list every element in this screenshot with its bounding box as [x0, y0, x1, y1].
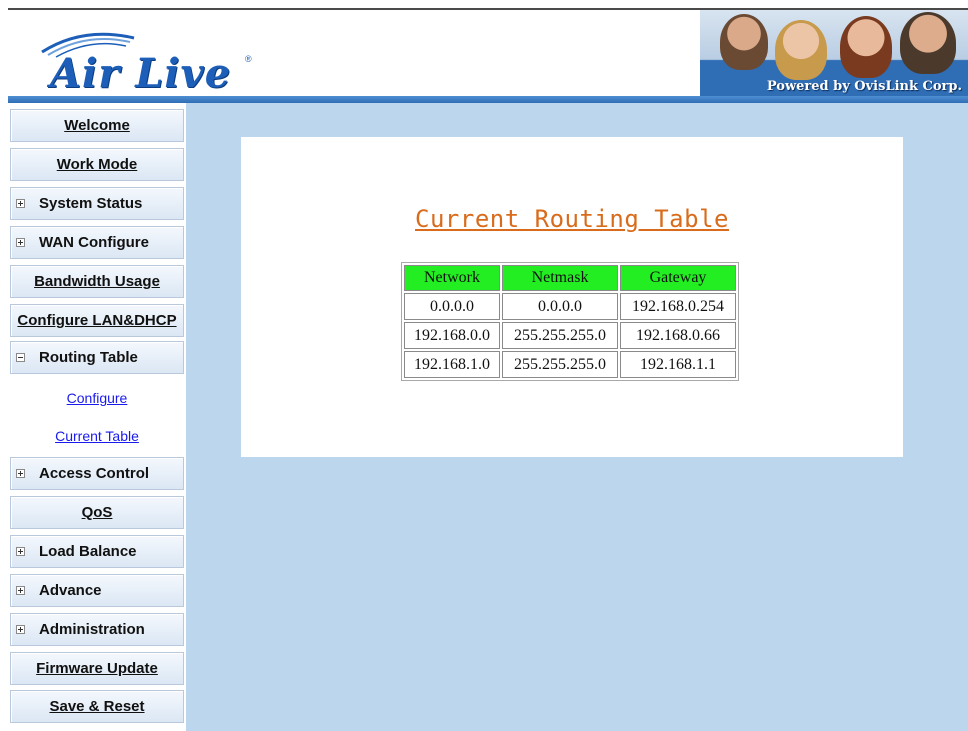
netmask-cell: 255.255.255.0	[502, 351, 618, 378]
sidebar-item-welcome[interactable]: Welcome	[10, 109, 184, 142]
person-image	[720, 14, 768, 70]
column-header-netmask: Netmask	[502, 265, 618, 291]
person-image	[900, 12, 956, 74]
sidebar-item-label: QoS	[81, 504, 113, 521]
page-title: Current Routing Table	[415, 205, 729, 233]
network-cell: 192.168.1.0	[404, 351, 500, 378]
sidebar-item-label: WAN Configure	[39, 234, 149, 251]
column-header-gateway: Gateway	[620, 265, 736, 291]
collapse-minus-icon[interactable]	[16, 353, 25, 362]
sidebar-item-label: Work Mode	[56, 156, 138, 173]
netmask-cell: 0.0.0.0	[502, 293, 618, 320]
table-row: 192.168.0.0 255.255.255.0 192.168.0.66	[404, 322, 736, 349]
network-cell: 0.0.0.0	[404, 293, 500, 320]
routing-table: Network Netmask Gateway 0.0.0.0 0.0.0.0 …	[401, 262, 739, 381]
sidebar-item-administration[interactable]: Administration	[10, 613, 184, 646]
main-content: Current Routing Table Network Netmask Ga…	[186, 103, 968, 731]
expand-plus-icon[interactable]	[16, 469, 25, 478]
gateway-cell: 192.168.0.66	[620, 322, 736, 349]
logo-text: Air Live	[50, 50, 232, 97]
table-row: 0.0.0.0 0.0.0.0 192.168.0.254	[404, 293, 736, 320]
expand-plus-icon[interactable]	[16, 625, 25, 634]
sidebar-item-label: Save & Reset	[49, 698, 145, 715]
powered-by-text: Powered by OvisLink Corp.	[766, 79, 962, 94]
sidebar-item-label: Load Balance	[39, 543, 137, 560]
expand-plus-icon[interactable]	[16, 547, 25, 556]
person-image	[840, 16, 892, 78]
header-photo: Powered by OvisLink Corp.	[700, 10, 968, 98]
sidebar-item-label: Bandwidth Usage	[34, 273, 160, 290]
logo-registered-mark: ®	[245, 54, 252, 64]
expand-plus-icon[interactable]	[16, 199, 25, 208]
sidebar-subitem-configure[interactable]: Configure	[10, 380, 184, 416]
sidebar-item-label: Routing Table	[39, 349, 138, 366]
gateway-cell: 192.168.0.254	[620, 293, 736, 320]
sidebar-item-work-mode[interactable]: Work Mode	[10, 148, 184, 181]
expand-plus-icon[interactable]	[16, 238, 25, 247]
header: Air Live ® Powered by OvisLink Corp.	[8, 8, 968, 98]
sidebar-item-label: Access Control	[39, 465, 150, 482]
sidebar-item-system-status[interactable]: System Status	[10, 187, 184, 220]
sidebar-item-wan-configure[interactable]: WAN Configure	[10, 226, 184, 259]
sidebar-item-label: Advance	[39, 582, 102, 599]
sidebar-item-label: Welcome	[64, 117, 130, 134]
airlive-logo: Air Live ®	[38, 28, 278, 98]
column-header-network: Network	[404, 265, 500, 291]
person-image	[775, 20, 827, 80]
sidebar-item-routing-table[interactable]: Routing Table	[10, 341, 184, 374]
sidebar-item-label: Firmware Update	[36, 660, 158, 677]
header-divider	[8, 96, 968, 103]
sidebar-nav: Welcome Work Mode System Status WAN Conf…	[8, 103, 186, 731]
sidebar-item-load-balance[interactable]: Load Balance	[10, 535, 184, 568]
netmask-cell: 255.255.255.0	[502, 322, 618, 349]
sidebar-item-label: Configure LAN&DHCP	[17, 312, 177, 329]
sidebar-item-label: Administration	[39, 621, 145, 638]
table-header-row: Network Netmask Gateway	[404, 265, 736, 291]
gateway-cell: 192.168.1.1	[620, 351, 736, 378]
sidebar-item-bandwidth-usage[interactable]: Bandwidth Usage	[10, 265, 184, 298]
sidebar-item-save-reset[interactable]: Save & Reset	[10, 690, 184, 723]
sidebar-item-firmware-update[interactable]: Firmware Update	[10, 652, 184, 685]
sidebar-item-advance[interactable]: Advance	[10, 574, 184, 607]
sidebar-item-access-control[interactable]: Access Control	[10, 457, 184, 490]
sidebar-subitem-current-table[interactable]: Current Table	[10, 418, 184, 454]
sidebar-item-label: System Status	[39, 195, 143, 212]
network-cell: 192.168.0.0	[404, 322, 500, 349]
expand-plus-icon[interactable]	[16, 586, 25, 595]
routing-table-panel: Current Routing Table Network Netmask Ga…	[241, 137, 903, 457]
table-row: 192.168.1.0 255.255.255.0 192.168.1.1	[404, 351, 736, 378]
sidebar-item-qos[interactable]: QoS	[10, 496, 184, 529]
sidebar-item-configure-lan-dhcp[interactable]: Configure LAN&DHCP	[10, 304, 184, 337]
